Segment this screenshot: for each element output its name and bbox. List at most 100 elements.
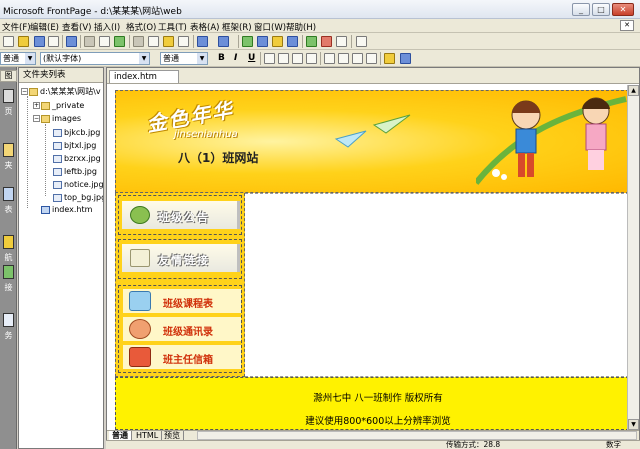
maximize-icon[interactable]: □ bbox=[592, 3, 610, 16]
bullet-list-icon[interactable] bbox=[338, 53, 349, 64]
justify-icon[interactable] bbox=[306, 53, 317, 64]
tree-folder-images[interactable]: − images bbox=[33, 113, 103, 125]
menu-view[interactable]: 查看(V) bbox=[62, 21, 91, 33]
status-connection: 传输方式：28.8 bbox=[446, 440, 501, 449]
italic-button[interactable]: I bbox=[234, 53, 237, 63]
tree-file[interactable]: bjtxl.jpg bbox=[53, 140, 103, 152]
tree-file[interactable]: notice.jpg bbox=[53, 179, 103, 191]
menu-format[interactable]: 格式(O) bbox=[126, 21, 156, 33]
notice-nav-image[interactable]: 班级公告 bbox=[122, 201, 240, 229]
views-bar-header: 图 bbox=[0, 70, 17, 82]
page-canvas[interactable]: 金色年华 jinsenianhua 八（1）班网站 班级公告 友情链接 班级课程… bbox=[115, 90, 639, 430]
cut-icon[interactable] bbox=[133, 36, 144, 47]
tree-file[interactable]: bjkcb.jpg bbox=[53, 127, 103, 139]
font-select-value: (默认字体) bbox=[43, 54, 82, 63]
nav-link-mailbox[interactable]: 班主任信箱 bbox=[123, 345, 241, 369]
view-tasks[interactable]: 务 bbox=[1, 311, 16, 347]
insert-table-icon[interactable] bbox=[257, 36, 268, 47]
horizontal-scrollbar[interactable] bbox=[197, 431, 637, 440]
footer-copyright: 滁州七中 八一班制作 版权所有 bbox=[313, 393, 443, 404]
tree-file[interactable]: leftb.jpg bbox=[53, 166, 103, 178]
view-reports[interactable]: 表 bbox=[1, 185, 16, 221]
redo-icon[interactable] bbox=[218, 36, 229, 47]
new-page-icon[interactable] bbox=[3, 36, 14, 47]
view-page[interactable]: 页 bbox=[1, 87, 16, 123]
increase-indent-icon[interactable] bbox=[366, 53, 377, 64]
links-nav-image[interactable]: 友情链接 bbox=[122, 244, 240, 272]
tree-root[interactable]: − d:\某某某\网站\v bbox=[21, 86, 103, 98]
vertical-scrollbar[interactable]: ▲ ▼ bbox=[627, 85, 639, 430]
web-component-icon[interactable] bbox=[242, 36, 253, 47]
formatting-toolbar: 普通 ▼ (默认字体) ▼ 普通 ▼ B I U bbox=[0, 50, 640, 67]
tab-index-htm[interactable]: index.htm bbox=[109, 70, 179, 83]
underline-button[interactable]: U bbox=[248, 53, 255, 63]
scroll-down-icon[interactable]: ▼ bbox=[628, 419, 639, 430]
image-file-icon bbox=[53, 193, 62, 202]
main-content-cell[interactable] bbox=[245, 193, 639, 377]
menu-edit[interactable]: 编辑(E) bbox=[30, 21, 59, 33]
megaphone-icon bbox=[130, 206, 150, 224]
minimize-icon[interactable]: _ bbox=[572, 3, 590, 16]
close-icon[interactable]: ✕ bbox=[612, 3, 634, 16]
chevron-down-icon: ▼ bbox=[197, 53, 207, 64]
page-view-icon bbox=[3, 89, 14, 103]
close-doc-icon[interactable]: ✕ bbox=[620, 20, 634, 31]
menu-window[interactable]: 窗口(W) bbox=[254, 21, 286, 33]
tasks-view-icon bbox=[3, 313, 14, 327]
nav-link-timetable[interactable]: 班级课程表 bbox=[123, 289, 241, 313]
spelling-icon[interactable] bbox=[114, 36, 125, 47]
tree-folder-private[interactable]: + _private bbox=[33, 100, 103, 112]
numbered-list-icon[interactable] bbox=[324, 53, 335, 64]
publish-icon[interactable] bbox=[48, 36, 59, 47]
menu-table[interactable]: 表格(A) bbox=[190, 21, 219, 33]
align-right-icon[interactable] bbox=[292, 53, 303, 64]
chevron-down-icon: ▼ bbox=[139, 53, 149, 64]
tree-file-index[interactable]: index.htm bbox=[41, 204, 103, 216]
tree-file[interactable]: bzrxx.jpg bbox=[53, 153, 103, 165]
bold-button[interactable]: B bbox=[218, 53, 225, 63]
style-select[interactable]: 普通 ▼ bbox=[0, 52, 36, 65]
font-color-icon[interactable] bbox=[400, 53, 411, 64]
stop-icon[interactable] bbox=[321, 36, 332, 47]
paste-icon[interactable] bbox=[163, 36, 174, 47]
save-icon[interactable] bbox=[34, 36, 45, 47]
view-folders[interactable]: 夹 bbox=[1, 141, 16, 177]
insert-picture-icon[interactable] bbox=[272, 36, 283, 47]
menu-file[interactable]: 文件(F) bbox=[2, 21, 31, 33]
undo-icon[interactable] bbox=[197, 36, 208, 47]
menu-frames[interactable]: 框架(R) bbox=[222, 21, 252, 33]
format-painter-icon[interactable] bbox=[178, 36, 189, 47]
view-hyperlinks[interactable]: 接 bbox=[1, 263, 16, 299]
print-icon[interactable] bbox=[84, 36, 95, 47]
open-icon[interactable] bbox=[18, 36, 29, 47]
copy-icon[interactable] bbox=[148, 36, 159, 47]
show-all-icon[interactable] bbox=[336, 36, 347, 47]
footer-resolution-note: 建议使用800*600以上分辨率浏览 bbox=[305, 416, 451, 427]
menu-insert[interactable]: 插入(I) bbox=[94, 21, 120, 33]
collapse-icon[interactable]: − bbox=[33, 115, 40, 122]
refresh-icon[interactable] bbox=[306, 36, 317, 47]
align-center-icon[interactable] bbox=[278, 53, 289, 64]
menu-help[interactable]: 帮助(H) bbox=[286, 21, 316, 33]
help-icon[interactable] bbox=[356, 36, 367, 47]
folder-list-icon[interactable] bbox=[66, 36, 77, 47]
align-left-icon[interactable] bbox=[264, 53, 275, 64]
folder-list-panel: 文件夹列表 − d:\某某某\网站\v + _private − images bjk… bbox=[18, 67, 104, 449]
menu-links-box: 班级课程表 班级通讯录 班主任信箱 bbox=[118, 285, 242, 373]
hyperlinks-view-icon bbox=[3, 265, 14, 279]
cartoon-kids-icon bbox=[476, 96, 627, 185]
highlight-color-icon[interactable] bbox=[384, 53, 395, 64]
decrease-indent-icon[interactable] bbox=[352, 53, 363, 64]
page-footer: 滁州七中 八一班制作 版权所有 建议使用800*600以上分辨率浏览 bbox=[115, 377, 639, 430]
collapse-icon[interactable]: − bbox=[21, 88, 28, 95]
tree-file[interactable]: top_bg.jpg bbox=[53, 192, 103, 204]
nav-link-contacts[interactable]: 班级通讯录 bbox=[123, 317, 241, 341]
status-bar: 传输方式：28.8 数字 bbox=[106, 440, 640, 449]
font-select[interactable]: (默认字体) ▼ bbox=[40, 52, 150, 65]
preview-icon[interactable] bbox=[99, 36, 110, 47]
hyperlink-icon[interactable] bbox=[287, 36, 298, 47]
expand-icon[interactable]: + bbox=[33, 102, 40, 109]
menu-tools[interactable]: 工具(T) bbox=[158, 21, 187, 33]
size-select[interactable]: 普通 ▼ bbox=[160, 52, 208, 65]
scroll-up-icon[interactable]: ▲ bbox=[628, 85, 639, 96]
